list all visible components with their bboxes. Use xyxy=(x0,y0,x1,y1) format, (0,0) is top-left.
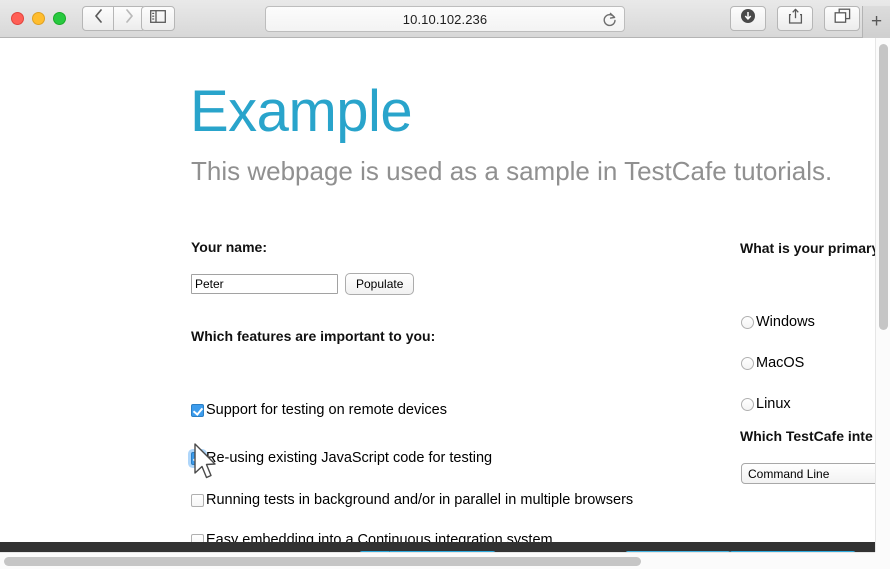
interface-select[interactable]: Command Line xyxy=(741,463,889,484)
close-window-button[interactable] xyxy=(11,12,24,25)
back-button[interactable] xyxy=(82,6,114,31)
radio-macos[interactable] xyxy=(741,356,754,370)
feature-checkbox-row[interactable]: Support for testing on remote devices xyxy=(191,402,447,418)
page-viewport: Example This webpage is used as a sample… xyxy=(0,38,890,569)
reload-icon xyxy=(603,12,616,27)
window-traffic-lights xyxy=(11,12,66,25)
vertical-scrollbar[interactable] xyxy=(875,38,890,552)
radio-label: Linux xyxy=(756,396,791,412)
share-button[interactable] xyxy=(777,6,813,31)
show-tabs-icon xyxy=(834,8,851,29)
downloads-icon xyxy=(740,8,756,29)
navigation-buttons xyxy=(82,6,146,31)
downloads-button[interactable] xyxy=(730,6,766,31)
interface-section-label: Which TestCafe inte xyxy=(740,428,873,444)
show-tabs-button[interactable] xyxy=(824,6,860,31)
populate-button[interactable]: Populate xyxy=(345,273,415,295)
radio-linux[interactable] xyxy=(741,397,754,411)
features-section-label: Which features are important to you: xyxy=(191,328,436,344)
feature-checkbox-row[interactable]: Re-using existing JavaScript code for te… xyxy=(191,450,492,466)
os-radio-row[interactable]: MacOS xyxy=(741,355,804,371)
horizontal-scrollbar-thumb[interactable] xyxy=(4,557,641,566)
checkbox-background-parallel[interactable] xyxy=(191,493,204,507)
reload-button[interactable] xyxy=(602,12,617,33)
radio-label: Windows xyxy=(756,314,815,330)
os-radio-row[interactable]: Windows xyxy=(741,314,815,330)
checkbox-remote-devices[interactable] xyxy=(191,403,204,417)
forward-chevron-icon xyxy=(125,9,134,28)
name-section-label: Your name: xyxy=(191,239,267,255)
sidebar-toggle-icon xyxy=(150,9,166,28)
page-subtitle: This webpage is used as a sample in Test… xyxy=(191,156,833,186)
toolbar-right-buttons xyxy=(730,6,860,31)
page-title: Example xyxy=(190,79,413,144)
name-input[interactable] xyxy=(191,274,338,294)
minimize-window-button[interactable] xyxy=(32,12,45,25)
radio-label: MacOS xyxy=(756,355,805,371)
checkbox-label: Running tests in background and/or in pa… xyxy=(206,492,634,508)
maximize-window-button[interactable] xyxy=(53,12,66,25)
scrollbar-corner xyxy=(875,552,890,569)
interface-select-value: Command Line xyxy=(748,466,830,481)
os-radio-row[interactable]: Linux xyxy=(741,396,791,412)
radio-windows[interactable] xyxy=(741,315,754,329)
back-chevron-icon xyxy=(94,9,103,28)
checkbox-label: Support for testing on remote devices xyxy=(206,402,447,418)
browser-toolbar: 10.10.102.236 + xyxy=(0,0,890,38)
os-section-label: What is your primary xyxy=(740,240,880,256)
share-icon xyxy=(788,8,803,29)
sidebar-toggle-button[interactable] xyxy=(141,6,175,31)
new-tab-button[interactable]: + xyxy=(862,6,890,38)
address-bar[interactable]: 10.10.102.236 xyxy=(265,6,625,32)
vertical-scrollbar-thumb[interactable] xyxy=(879,44,888,330)
horizontal-scrollbar[interactable] xyxy=(0,552,890,569)
checkbox-reusing-javascript[interactable] xyxy=(191,451,204,465)
checkbox-label: Re-using existing JavaScript code for te… xyxy=(206,450,493,466)
feature-checkbox-row[interactable]: Running tests in background and/or in pa… xyxy=(191,492,633,508)
url-text: 10.10.102.236 xyxy=(402,11,488,27)
